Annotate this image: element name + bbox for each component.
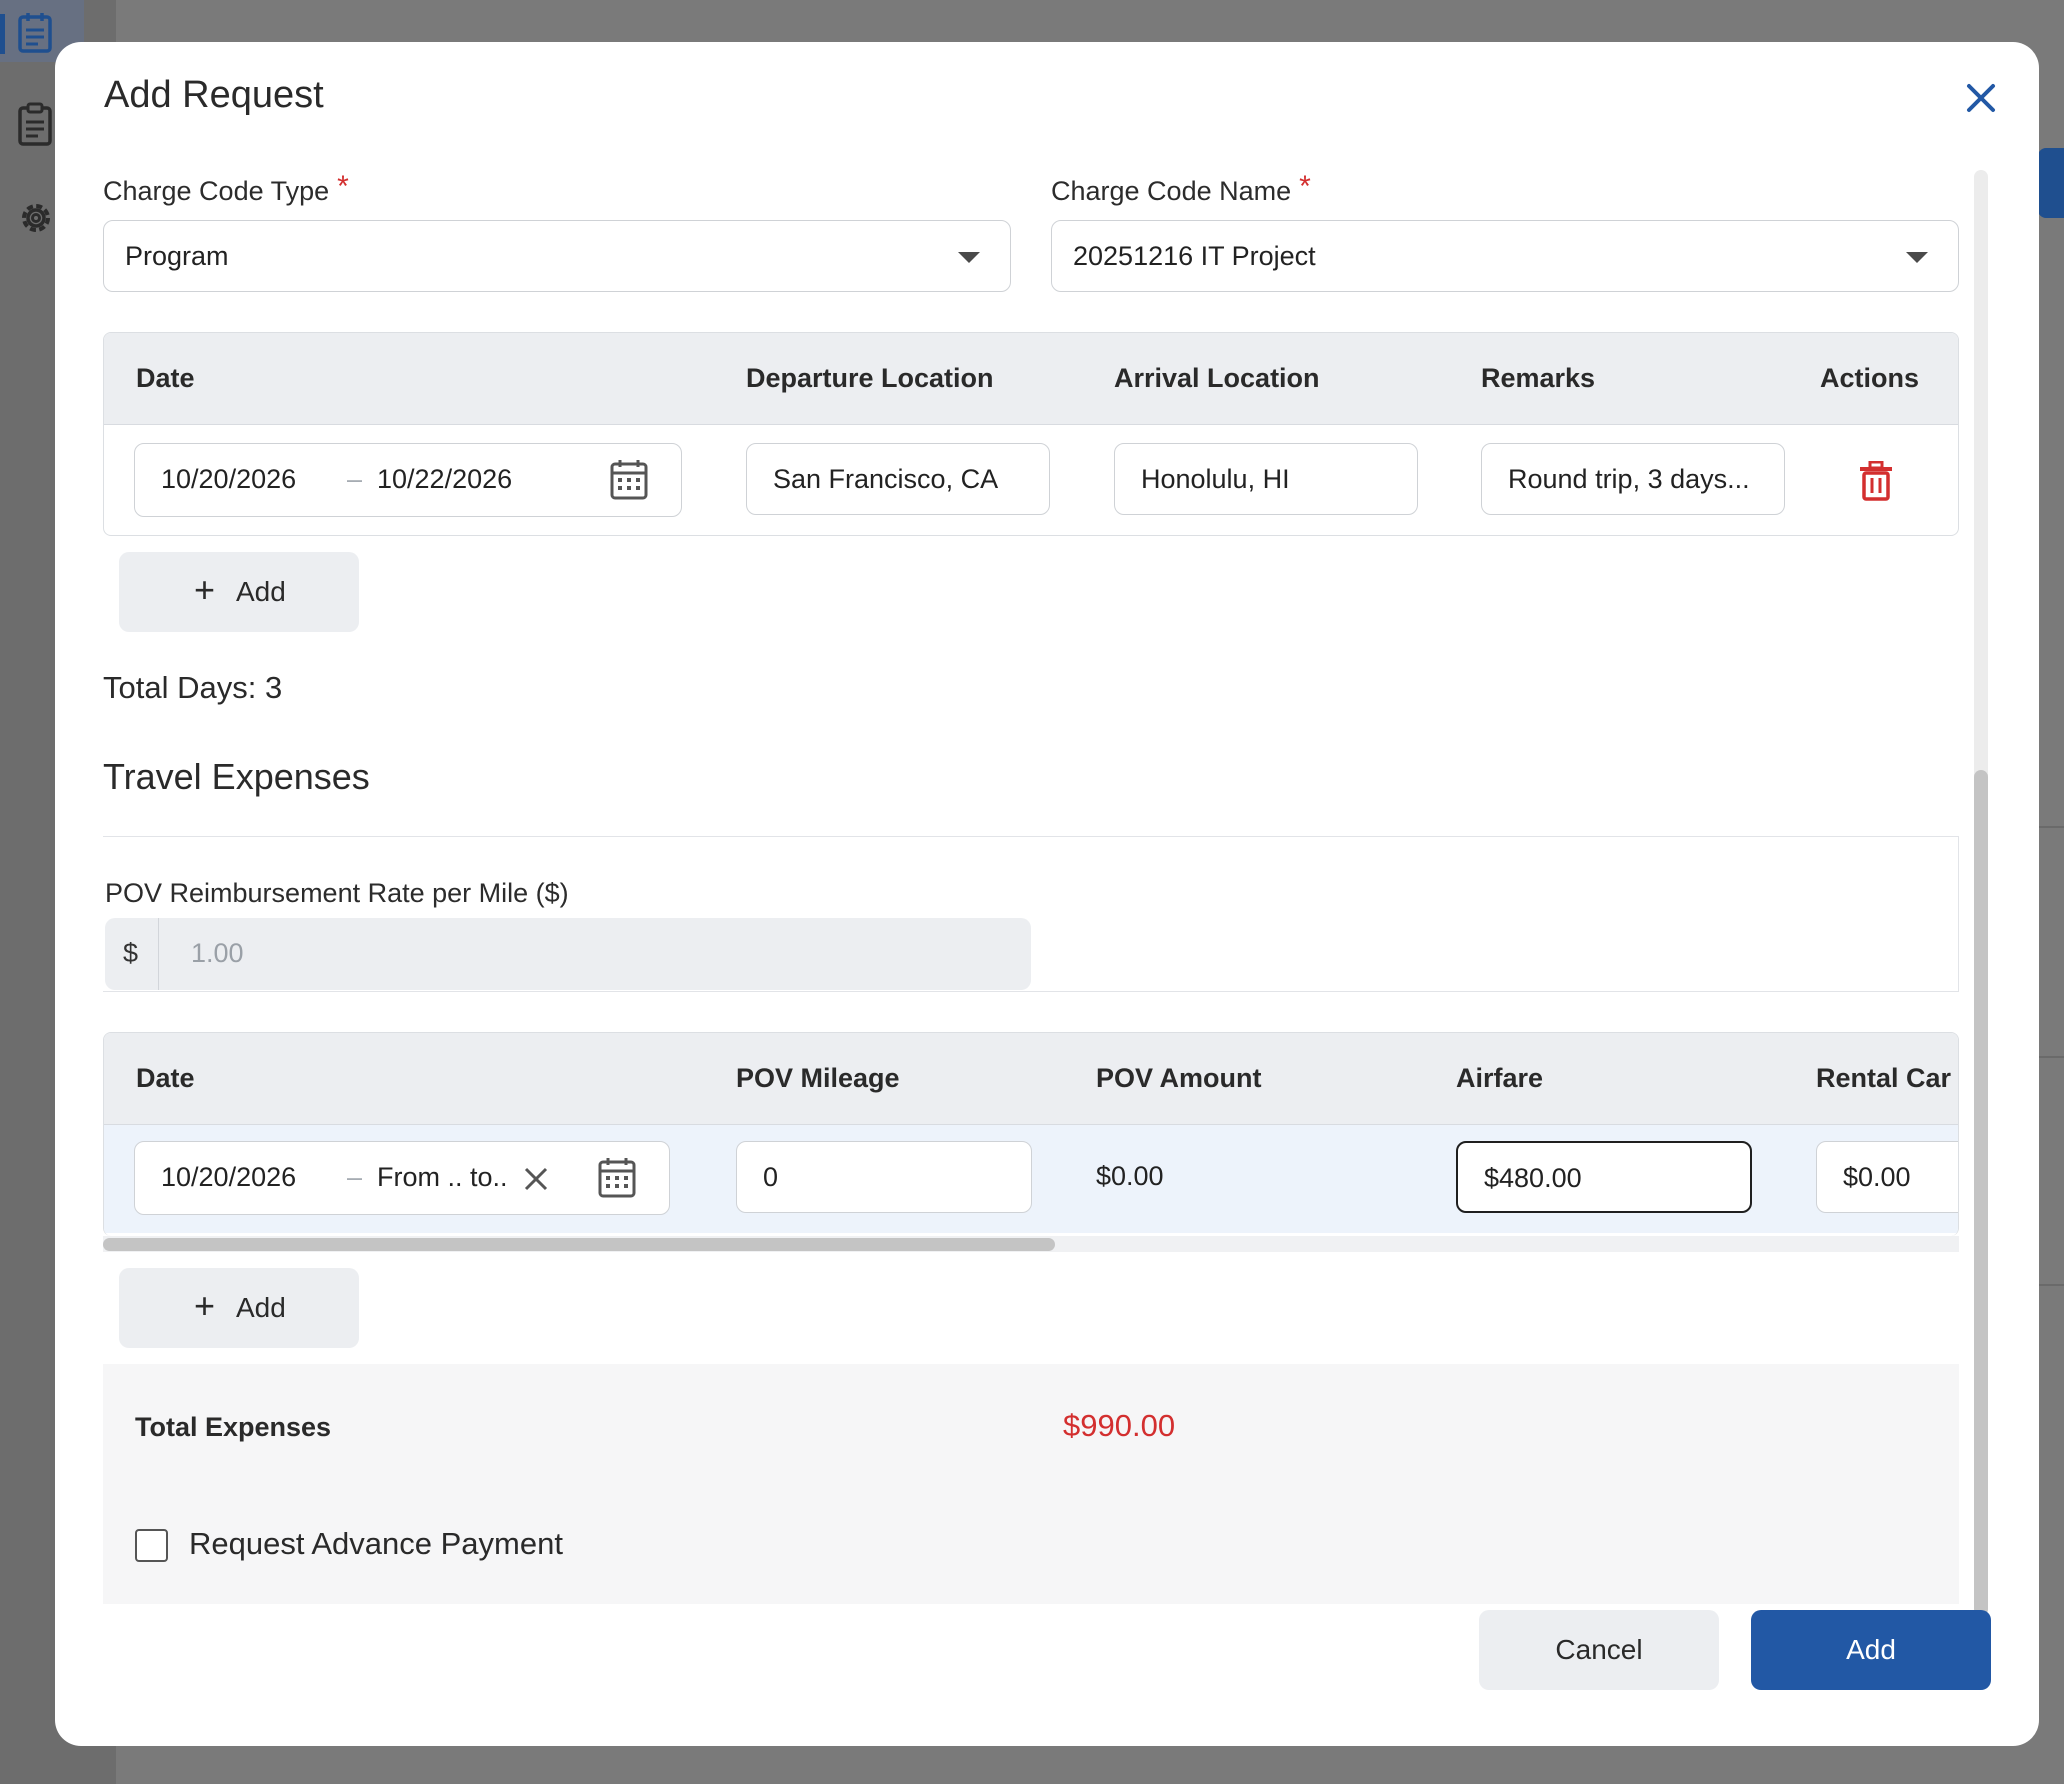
charge-code-name-value: 20251216 IT Project	[1073, 241, 1316, 271]
calendar-icon[interactable]	[609, 458, 649, 502]
pov-mileage-input[interactable]: 0	[736, 1141, 1032, 1213]
charge-code-type-value: Program	[125, 241, 229, 271]
expenses-summary: Total Expenses $990.00 Request Advance P…	[103, 1364, 1959, 1604]
calendar-list-icon	[18, 13, 52, 53]
date-range-separator: –	[347, 1162, 363, 1192]
chevron-down-icon	[1906, 252, 1928, 263]
column-header-remarks: Remarks	[1481, 363, 1596, 393]
background-primary-button	[2038, 148, 2064, 218]
plus-icon: +	[194, 1285, 216, 1326]
date-to-placeholder: From .. to..	[377, 1162, 508, 1192]
required-mark: *	[1299, 170, 1311, 203]
airfare-input[interactable]: $480.00	[1456, 1141, 1752, 1213]
add-request-dialog: Add Request Charge Code Type * Program Ch…	[55, 42, 2039, 1746]
pov-rate-value: 1.00	[191, 938, 244, 968]
currency-prefix: $	[105, 918, 159, 990]
add-itinerary-row-button[interactable]: + Add	[119, 552, 359, 632]
charge-code-name-select[interactable]: 20251216 IT Project	[1051, 220, 1959, 292]
add-expense-row-button[interactable]: + Add	[119, 1268, 359, 1348]
itinerary-table-header: Date Departure Location Arrival Location…	[104, 333, 1958, 425]
column-header-pov-mileage: POV Mileage	[736, 1063, 900, 1093]
expense-date-range-picker[interactable]: 10/20/2026 – From .. to..	[134, 1141, 670, 1215]
charge-code-name-label: Charge Code Name *	[1051, 170, 1311, 206]
advance-payment-checkbox[interactable]	[135, 1529, 168, 1562]
plus-icon: +	[194, 569, 216, 610]
table-row: 10/20/2026 – From .. to.. 0 $0.00 $480.0…	[104, 1125, 1958, 1233]
itinerary-date-range-picker[interactable]: 10/20/2026 – 10/22/2026	[134, 443, 682, 517]
charge-code-type-select[interactable]: Program	[103, 220, 1011, 292]
column-header-actions: Actions	[1820, 363, 1920, 393]
background-divider	[2038, 826, 2064, 828]
submit-add-button[interactable]: Add	[1751, 1610, 1991, 1690]
clipboard-icon	[18, 102, 52, 146]
date-range-separator: –	[347, 464, 363, 494]
total-expenses-value: $990.00	[1063, 1408, 1176, 1443]
column-header-rental-car: Rental Car	[1816, 1063, 1952, 1093]
arrival-location-input[interactable]: Honolulu, HI	[1114, 443, 1418, 515]
remarks-input[interactable]: Round trip, 3 days...	[1481, 443, 1785, 515]
date-from-value: 10/20/2026	[161, 464, 297, 494]
column-header-date: Date	[136, 1063, 195, 1093]
column-header-airfare: Airfare	[1456, 1063, 1544, 1093]
horizontal-scrollbar[interactable]	[103, 1236, 1959, 1252]
expenses-table-header: Date POV Mileage POV Amount Airfare Rent…	[104, 1033, 1958, 1125]
cancel-button[interactable]: Cancel	[1479, 1610, 1719, 1690]
pov-amount-value: $0.00	[1096, 1161, 1164, 1191]
expenses-table: Date POV Mileage POV Amount Airfare Rent…	[103, 1032, 1959, 1236]
total-days: Total Days: 3	[103, 670, 283, 705]
gear-icon	[22, 204, 50, 232]
departure-location-input[interactable]: San Francisco, CA	[746, 443, 1050, 515]
vertical-scrollbar[interactable]	[1974, 170, 1988, 1616]
background-divider	[2038, 1056, 2064, 1058]
total-expenses-label: Total Expenses	[135, 1412, 332, 1442]
vertical-scrollbar-thumb[interactable]	[1974, 770, 1988, 1616]
date-from-value: 10/20/2026	[161, 1162, 297, 1192]
pov-rate-label: POV Reimbursement Rate per Mile ($)	[105, 878, 569, 908]
advance-payment-label[interactable]: Request Advance Payment	[189, 1526, 563, 1562]
pov-rate-input: $ 1.00	[105, 918, 1031, 990]
required-mark: *	[337, 170, 349, 203]
date-to-value: 10/22/2026	[377, 464, 513, 494]
column-header-arrival-location: Arrival Location	[1114, 363, 1320, 393]
dialog-title: Add Request	[104, 74, 324, 116]
background-divider	[2038, 1284, 2064, 1286]
itinerary-table: Date Departure Location Arrival Location…	[103, 332, 1959, 536]
charge-code-type-label: Charge Code Type *	[103, 170, 349, 206]
column-header-date: Date	[136, 363, 195, 393]
column-header-departure-location: Departure Location	[746, 363, 994, 393]
clear-icon[interactable]	[523, 1166, 549, 1192]
horizontal-scrollbar-thumb[interactable]	[103, 1238, 1055, 1251]
background-active-indicator	[0, 14, 5, 54]
rental-car-input[interactable]: $0.00	[1816, 1141, 1958, 1213]
close-icon[interactable]	[1959, 76, 2003, 120]
chevron-down-icon	[958, 252, 980, 263]
column-header-pov-amount: POV Amount	[1096, 1063, 1262, 1093]
table-row: 10/20/2026 – 10/22/2026 San Francisco, C…	[114, 425, 1948, 535]
travel-expenses-heading: Travel Expenses	[103, 756, 370, 797]
calendar-icon[interactable]	[597, 1156, 637, 1200]
trash-icon[interactable]	[1858, 461, 1894, 501]
